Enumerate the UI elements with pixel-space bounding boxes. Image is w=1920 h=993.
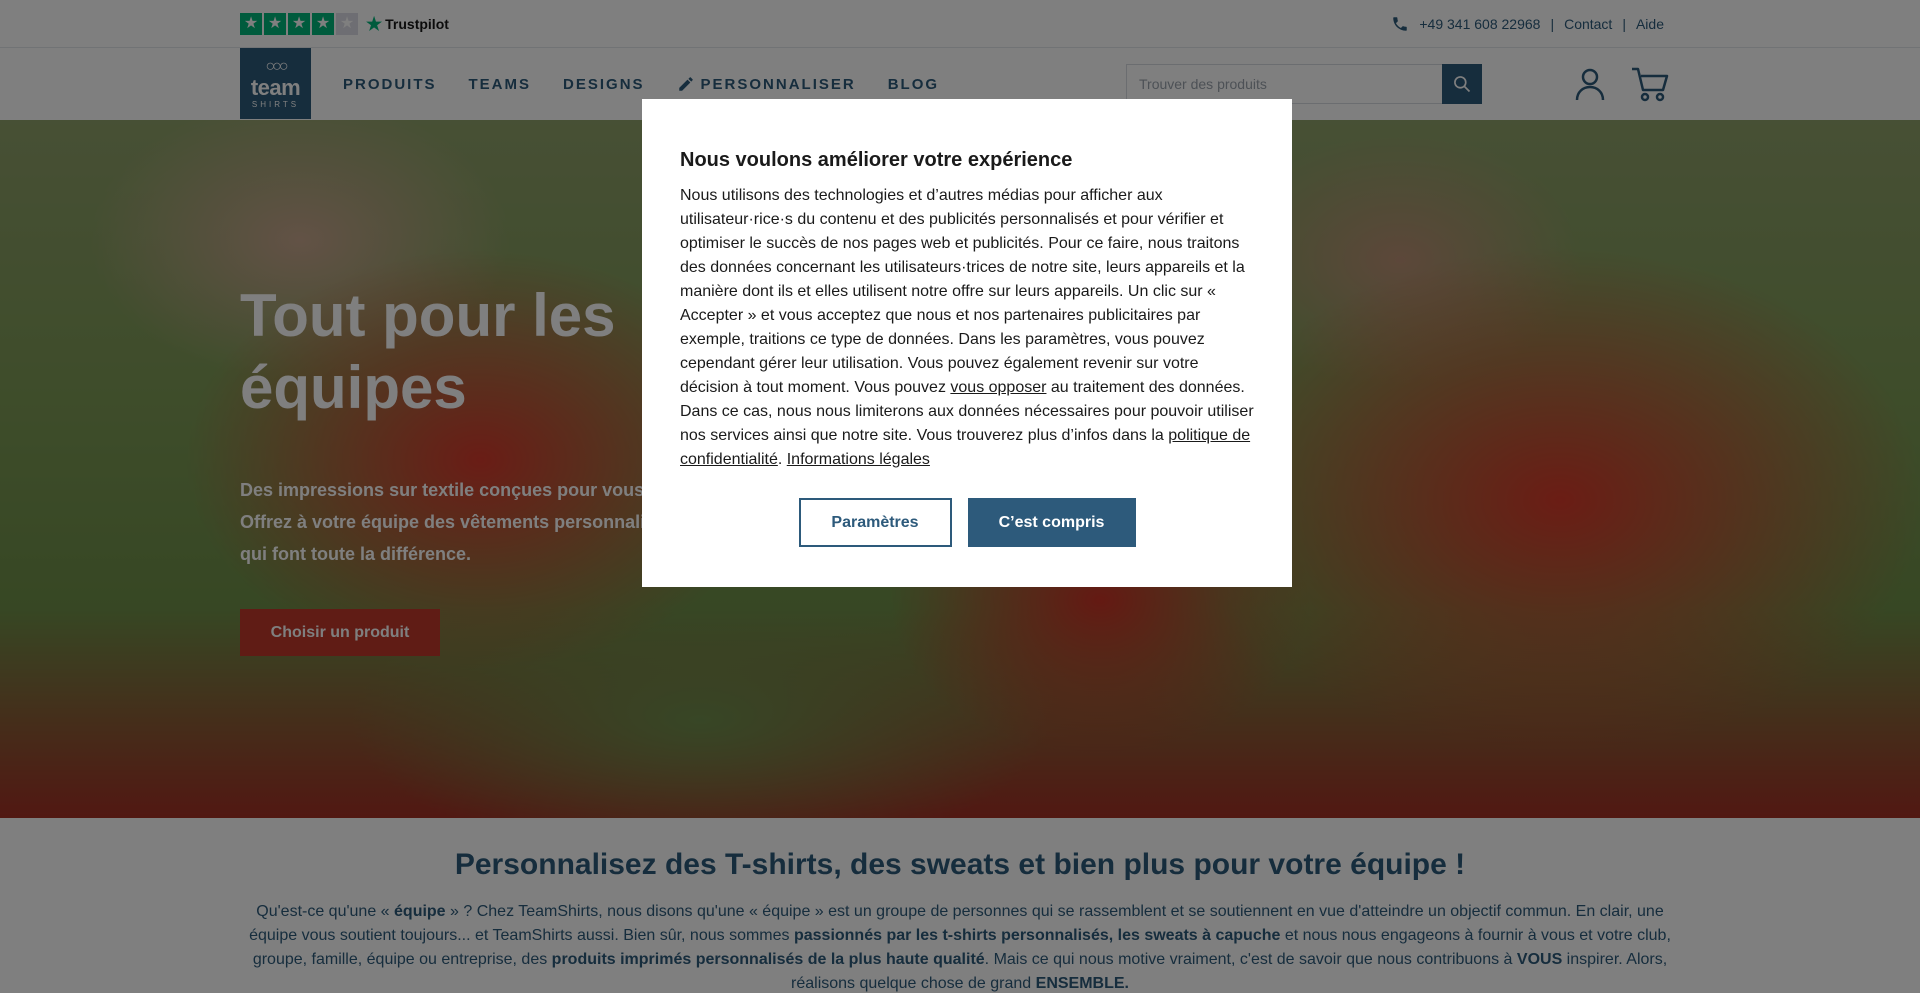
consent-body-part: Nous utilisons des technologies et d’aut…: [680, 187, 1245, 396]
accept-button[interactable]: C’est compris: [967, 498, 1136, 547]
settings-button[interactable]: Paramètres: [798, 498, 952, 547]
consent-body-part: .: [777, 451, 787, 468]
legal-info-link[interactable]: Informations légales: [787, 451, 930, 468]
consent-actions: Paramètres C’est compris: [642, 498, 1292, 547]
consent-title: Nous voulons améliorer votre expérience: [680, 149, 1073, 171]
consent-body: Nous utilisons des technologies et d’aut…: [680, 184, 1254, 472]
object-link[interactable]: vous opposer: [950, 379, 1046, 396]
cookie-consent-dialog: Nous voulons améliorer votre expérience …: [642, 99, 1292, 587]
